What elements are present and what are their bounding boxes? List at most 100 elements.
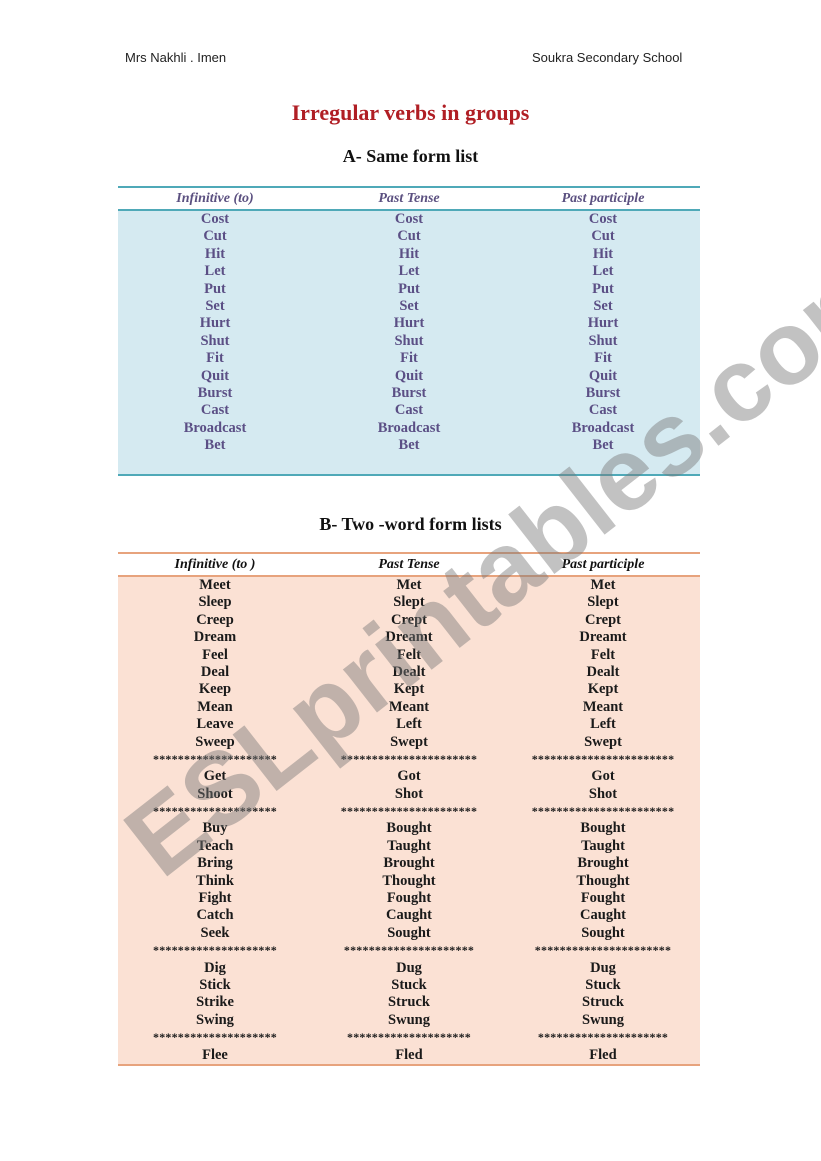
past-tense-cell: Quit: [394, 367, 424, 384]
past-tense-cell: Dug: [396, 959, 422, 976]
infinitive-cell: Bet: [204, 437, 226, 454]
column-header-infinitive: Infinitive (to): [176, 190, 254, 206]
past-participle-cell: Quit: [588, 367, 618, 384]
table-row: Teach Taught Taught: [118, 838, 700, 855]
table-row: Deal Dealt Dealt: [118, 664, 700, 681]
infinitive-cell: Seek: [200, 924, 230, 941]
past-participle-cell: **********************: [534, 943, 672, 958]
table-row: Leave Left Left: [118, 716, 700, 733]
infinitive-cell: Deal: [200, 663, 230, 680]
past-participle-cell: Sought: [581, 924, 625, 941]
table-row: Buy Bought Bought: [118, 820, 700, 837]
past-participle-cell: Left: [590, 716, 616, 733]
past-participle-cell: ***********************: [531, 804, 675, 819]
past-participle-cell: Set: [593, 297, 613, 314]
table-row: Flee Fled Fled: [118, 1047, 700, 1064]
past-participle-cell: Kept: [587, 681, 619, 698]
past-participle-cell: Put: [592, 280, 614, 297]
table-row: Set Set Set: [118, 298, 700, 315]
infinitive-cell: Hurt: [199, 315, 231, 332]
past-participle-cell: Bet: [592, 437, 614, 454]
past-participle-cell: Struck: [582, 994, 624, 1011]
table-row: Cast Cast Cast: [118, 402, 700, 419]
past-tense-cell: ********************: [347, 1030, 471, 1045]
table-header: Infinitive (to) Past Tense Past particip…: [118, 188, 700, 211]
past-participle-cell: Dug: [590, 959, 616, 976]
past-tense-cell: Hit: [398, 245, 420, 262]
past-participle-cell: Let: [592, 263, 614, 280]
past-participle-cell: Meant: [582, 698, 624, 715]
infinitive-cell: Catch: [196, 907, 234, 924]
infinitive-cell: Think: [196, 872, 234, 889]
past-tense-cell: Crept: [391, 611, 427, 628]
past-tense-cell: Cast: [394, 402, 424, 419]
table-row: Fight Fought Fought: [118, 890, 700, 907]
past-participle-cell: Cut: [591, 228, 615, 245]
past-participle-cell: Cost: [588, 211, 618, 227]
infinitive-cell: Get: [203, 768, 227, 785]
table-row: Broadcast Broadcast Broadcast: [118, 420, 700, 437]
separator-row: ******************** ********************…: [118, 803, 700, 820]
past-tense-cell: Shot: [394, 785, 424, 802]
past-participle-cell: Broadcast: [571, 419, 635, 436]
past-tense-cell: Brought: [383, 855, 435, 872]
table-row: Quit Quit Quit: [118, 368, 700, 385]
past-participle-cell: ***********************: [531, 751, 675, 766]
table-row: Hit Hit Hit: [118, 246, 700, 263]
past-tense-cell: Swept: [390, 733, 428, 750]
infinitive-cell: Swing: [196, 1011, 234, 1028]
past-tense-cell: Left: [396, 716, 422, 733]
table-row: Meet Met Met: [118, 577, 700, 594]
past-participle-cell: Burst: [585, 384, 621, 401]
past-participle-cell: Thought: [576, 872, 630, 889]
infinitive-cell: Buy: [202, 820, 228, 837]
past-tense-cell: Caught: [386, 907, 432, 924]
past-tense-cell: Let: [398, 263, 420, 280]
past-tense-cell: Thought: [382, 872, 436, 889]
past-participle-cell: Fit: [594, 350, 612, 367]
table-row: Bring Brought Brought: [118, 855, 700, 872]
past-participle-cell: *********************: [537, 1030, 669, 1045]
table-row: Fit Fit Fit: [118, 350, 700, 367]
past-participle-cell: Caught: [580, 907, 626, 924]
table-row: Burst Burst Burst: [118, 385, 700, 402]
infinitive-cell: Teach: [196, 837, 234, 854]
infinitive-cell: Bring: [197, 855, 233, 872]
past-tense-cell: Hurt: [393, 315, 425, 332]
past-tense-cell: *********************: [343, 943, 475, 958]
table-header: Infinitive (to ) Past Tense Past partici…: [118, 554, 700, 577]
past-tense-cell: Broadcast: [377, 419, 441, 436]
past-participle-cell: Taught: [581, 837, 625, 854]
section-a-title: A- Same form list: [342, 146, 479, 166]
past-participle-cell: Slept: [587, 594, 619, 611]
infinitive-cell: Cut: [203, 228, 227, 245]
infinitive-cell: Sleep: [198, 594, 232, 611]
separator-row: ******************** ********************…: [118, 1029, 700, 1046]
infinitive-cell: Sweep: [195, 733, 235, 750]
past-participle-cell: Stuck: [585, 976, 621, 993]
table-row: Cut Cut Cut: [118, 228, 700, 245]
separator-row: ******************** ********************…: [118, 942, 700, 959]
table-row: Sweep Swept Swept: [118, 734, 700, 751]
infinitive-cell: Flee: [202, 1046, 228, 1063]
infinitive-cell: Shoot: [197, 785, 233, 802]
past-tense-cell: Sought: [387, 924, 431, 941]
table-body: Meet Met Met Sleep Slept Slept Creep Crept Crept…: [118, 577, 700, 1064]
table-row: Hurt Hurt Hurt: [118, 315, 700, 332]
table-row: Stick Stuck Stuck: [118, 977, 700, 994]
past-tense-cell: Met: [396, 577, 422, 593]
infinitive-cell: Strike: [196, 994, 234, 1011]
infinitive-cell: ********************: [153, 751, 277, 766]
past-participle-cell: Hit: [592, 245, 614, 262]
past-tense-cell: Stuck: [391, 976, 427, 993]
table-row: Let Let Let: [118, 263, 700, 280]
past-tense-cell: Burst: [391, 384, 427, 401]
infinitive-cell: Hit: [204, 245, 226, 262]
past-tense-cell: Fit: [400, 350, 418, 367]
past-tense-cell: **********************: [340, 804, 478, 819]
past-tense-cell: Kept: [393, 681, 425, 698]
table-row: Mean Meant Meant: [118, 699, 700, 716]
past-tense-cell: Put: [398, 280, 420, 297]
table-row: Catch Caught Caught: [118, 907, 700, 924]
infinitive-cell: Burst: [197, 384, 233, 401]
